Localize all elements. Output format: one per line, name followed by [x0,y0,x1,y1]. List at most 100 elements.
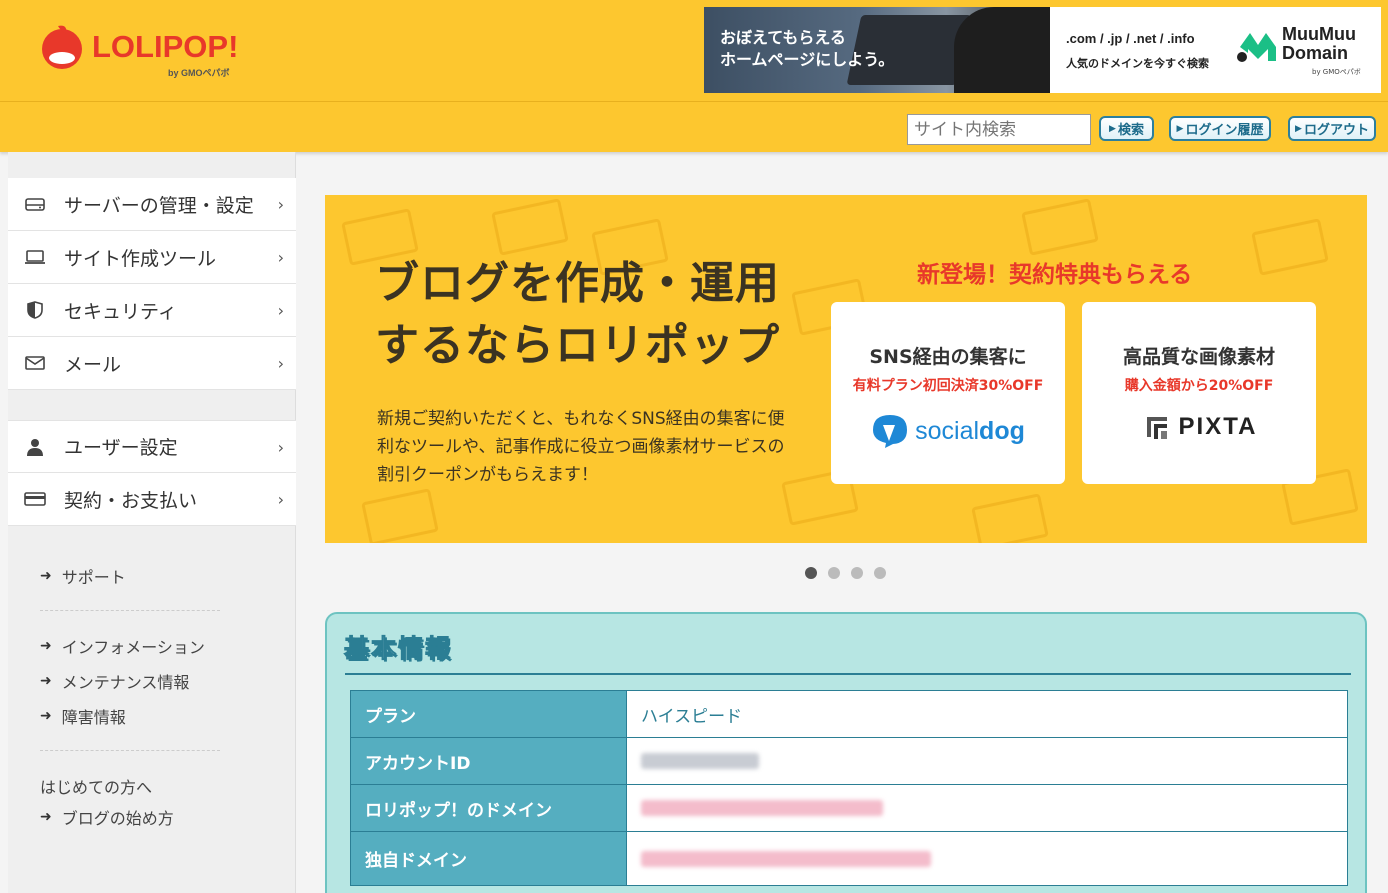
banner-cta: 新登場！契約特典もらえる [917,262,1193,288]
socialdog-card[interactable]: SNS経由の集客に 有料プラン初回決済30%OFF socialdog [831,302,1065,484]
sidebar-item-security[interactable]: セキュリティ › [8,284,296,337]
muumuu-brand: MuuMuu Domain [1282,25,1356,63]
arrow-right-icon: ➜ [40,808,52,825]
sidebar-item-site-tools[interactable]: サイト作成ツール › [8,231,296,284]
chevron-right-icon: › [277,354,284,373]
card-subtitle: 購入金額から20%OFF [1124,378,1274,394]
pattern-shape [971,493,1049,543]
ad-domains-sub: 人気のドメインを今すぐ検索 [1066,57,1209,70]
login-history-label: ログイン履歴 [1185,123,1264,138]
ad-copy-line2: ホームページにしよう。 [720,50,895,69]
muumuu-logo-icon [1237,33,1276,62]
information-link[interactable]: ➜ インフォメーション [40,628,205,663]
carousel-dots [805,567,897,579]
search-button[interactable]: ▶ 検索 [1099,116,1154,141]
muumuu-brand-line1: MuuMuu [1282,24,1356,44]
site-header: LOLIPOP! by GMOペパボ おぼえてもらえる ホームページにしよう。 … [0,0,1388,102]
sidebar-secondary-menu: ユーザー設定 › 契約・お支払い › [8,420,296,526]
maintenance-link[interactable]: ➜ メンテナンス情報 [40,663,205,698]
row-value-account-id [626,737,1348,785]
carousel-dot[interactable] [851,567,863,579]
ad-right-domain[interactable]: .com / .jp / .net / .info 人気のドメインを今すぐ検索 … [1050,7,1381,93]
sidebar-divider [40,750,220,751]
ad-domains: .com / .jp / .net / .info [1066,31,1195,46]
toolbar: ▶ 検索 ▶ ログイン履歴 ▶ ログアウト [0,102,1388,152]
sidebar-item-billing[interactable]: 契約・お支払い › [8,473,296,526]
socialdog-word-bold: dog [979,416,1025,445]
row-value-plan: ハイスピード [626,690,1348,738]
triangle-icon: ▶ [1109,123,1116,134]
basic-info-title: 基本情報 [343,634,453,664]
brand-sub: by GMOペパボ [168,68,230,78]
table-row: プラン ハイスピード [350,690,1348,738]
sidebar-item-label: サイト作成ツール [64,247,217,270]
blog-guide-link-label: ブログの始め方 [61,808,174,828]
pattern-shape [491,198,569,256]
chevron-right-icon: › [277,490,284,509]
banner-title-line1: ブログを作成・運用 [375,258,780,309]
arrow-right-icon: ➜ [40,707,52,724]
beginner-links: ➜ ブログの始め方 [40,799,174,834]
chevron-right-icon: › [277,195,284,214]
pixta-icon [1146,417,1167,439]
logout-label: ログアウト [1303,123,1369,138]
table-row: 独自ドメイン [350,831,1348,886]
promo-banner[interactable]: ブログを作成・運用 するならロリポップ 新規ご契約いただくと、もれなくSNS経由… [325,195,1367,543]
login-history-button[interactable]: ▶ ログイン履歴 [1169,116,1271,141]
beginner-label: はじめての方へ [40,778,153,797]
sidebar-item-server[interactable]: サーバーの管理・設定 › [8,178,296,231]
chevron-right-icon: › [277,248,284,267]
search-button-label: 検索 [1117,123,1144,138]
arrow-right-icon: ➜ [40,672,52,689]
card-icon [24,490,46,508]
user-icon [24,438,46,456]
banner-title: ブログを作成・運用 するならロリポップ [375,253,780,377]
outage-link[interactable]: ➜ 障害情報 [40,698,205,733]
mail-icon [24,354,46,372]
lolipop-logo[interactable]: LOLIPOP! [40,22,238,72]
sidebar-item-user-settings[interactable]: ユーザー設定 › [8,420,296,473]
sidebar-item-mail[interactable]: メール › [8,337,296,390]
redacted-value [641,753,759,769]
carousel-dot[interactable] [805,567,817,579]
blog-guide-link[interactable]: ➜ ブログの始め方 [40,799,174,834]
row-label-lolipop-domain: ロリポップ！のドメイン [350,784,627,832]
server-icon [24,195,46,213]
ad-banner[interactable]: おぼえてもらえる ホームページにしよう。 .com / .jp / .net /… [704,7,1381,93]
pattern-shape [1021,198,1099,256]
shield-icon [24,301,46,319]
triangle-icon: ▶ [1176,123,1184,134]
muumuu-brand-line2: Domain [1282,43,1349,63]
carousel-dot[interactable] [828,567,840,579]
banner-description: 新規ご契約いただくと、もれなくSNS経由の集客に便利なツールや、記事作成に役立つ… [377,409,785,485]
ad-left-image[interactable]: おぼえてもらえる ホームページにしよう。 [704,7,1050,93]
pattern-shape [1251,218,1329,276]
logout-button[interactable]: ▶ ログアウト [1288,116,1376,141]
table-row: アカウントID [350,737,1348,785]
pixta-card[interactable]: 高品質な画像素材 購入金額から20%OFF PIXTA [1082,302,1316,484]
table-row: ロリポップ！のドメイン [350,784,1348,832]
site-search-input[interactable] [907,114,1091,145]
pixta-logo: PIXTA [1082,413,1316,441]
socialdog-word-light: social [915,416,980,445]
muumuu-by: by GMOペパボ [1312,68,1361,76]
carousel-dot[interactable] [874,567,886,579]
row-value-lolipop-domain [626,784,1348,832]
laptop-icon [24,248,46,266]
ad-copy: おぼえてもらえる ホームページにしよう。 [720,27,894,71]
redacted-value [641,800,883,816]
card-subtitle: 有料プラン初回決済30%OFF [852,378,1044,394]
support-link[interactable]: ➜ サポート [40,558,126,593]
sidebar-item-label: 契約・お支払い [64,489,198,512]
basic-info-panel: 基本情報 プラン ハイスピード アカウントID ロリポップ！のドメイン 独自ドメ… [325,612,1367,893]
lolipop-logo-mark [42,25,82,69]
basic-info-rule [345,673,1351,675]
sidebar-item-label: ユーザー設定 [64,437,178,459]
sidebar-primary-menu: サーバーの管理・設定 › サイト作成ツール › セキュリティ › メール › [8,178,296,390]
arrow-right-icon: ➜ [40,567,52,584]
sidebar-item-label: セキュリティ [64,300,177,323]
socialdog-wordmark: socialdog [915,417,1025,446]
person-graphic [954,7,1050,93]
outage-link-label: 障害情報 [61,707,126,727]
pixta-wordmark: PIXTA [1178,413,1258,440]
